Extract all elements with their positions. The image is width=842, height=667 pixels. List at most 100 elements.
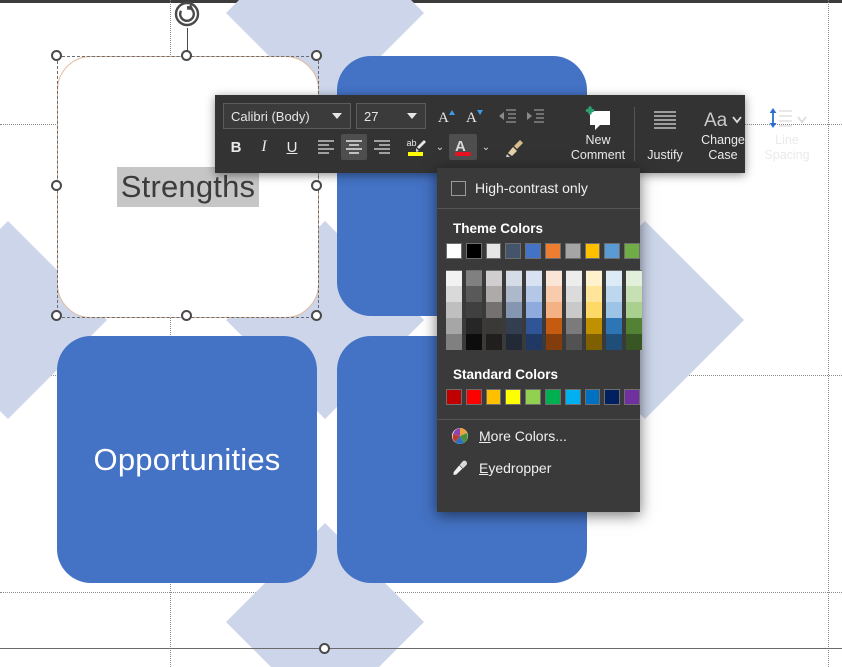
theme-color-swatch-2[interactable] bbox=[485, 243, 502, 259]
resize-handle-nw[interactable] bbox=[51, 50, 62, 61]
theme-tint-swatch-9-0[interactable] bbox=[626, 270, 642, 286]
resize-handle-sw[interactable] bbox=[51, 310, 62, 321]
theme-tint-swatch-1-4[interactable] bbox=[466, 334, 482, 350]
theme-tint-swatch-7-3[interactable] bbox=[586, 318, 602, 334]
new-comment-button[interactable]: New Comment bbox=[566, 101, 630, 167]
resize-handle-ne[interactable] bbox=[311, 50, 322, 61]
theme-color-swatch-1[interactable] bbox=[465, 243, 482, 259]
theme-tint-swatch-3-3[interactable] bbox=[506, 318, 522, 334]
theme-tint-swatch-2-4[interactable] bbox=[486, 334, 502, 350]
theme-tint-swatch-1-2[interactable] bbox=[466, 302, 482, 318]
decrease-indent-button[interactable] bbox=[494, 103, 520, 129]
theme-tint-swatch-0-1[interactable] bbox=[446, 286, 462, 302]
justify-button[interactable]: Justify bbox=[639, 101, 691, 167]
theme-color-swatch-7[interactable] bbox=[584, 243, 601, 259]
high-contrast-checkbox[interactable] bbox=[451, 180, 466, 196]
theme-tint-swatch-0-4[interactable] bbox=[446, 334, 462, 350]
theme-tint-swatch-0-2[interactable] bbox=[446, 302, 462, 318]
italic-button[interactable]: I bbox=[251, 134, 277, 160]
theme-tint-swatch-6-2[interactable] bbox=[566, 302, 582, 318]
theme-color-swatch-6[interactable] bbox=[564, 243, 581, 259]
theme-color-swatch-8[interactable] bbox=[604, 243, 621, 259]
theme-color-swatch-3[interactable] bbox=[505, 243, 522, 259]
font-size-combo[interactable]: 27 bbox=[356, 103, 426, 129]
theme-color-swatch-5[interactable] bbox=[544, 243, 561, 259]
theme-tint-swatch-7-2[interactable] bbox=[586, 302, 602, 318]
align-right-button[interactable] bbox=[369, 134, 395, 160]
theme-tint-swatch-3-0[interactable] bbox=[506, 270, 522, 286]
theme-tint-swatch-4-0[interactable] bbox=[526, 270, 542, 286]
highlight-dropdown-chevron-down-icon[interactable]: ⌄ bbox=[433, 134, 447, 160]
theme-tint-swatch-1-0[interactable] bbox=[466, 270, 482, 286]
theme-tint-swatch-8-4[interactable] bbox=[606, 334, 622, 350]
align-left-button[interactable] bbox=[313, 134, 339, 160]
chevron-down-icon[interactable] bbox=[407, 113, 417, 119]
bottom-anchor-handle[interactable] bbox=[319, 643, 330, 654]
line-spacing-button[interactable]: Line Spacing bbox=[755, 101, 819, 167]
theme-tint-swatch-4-2[interactable] bbox=[526, 302, 542, 318]
standard-color-swatch-6[interactable] bbox=[564, 389, 581, 405]
theme-tint-swatch-6-3[interactable] bbox=[566, 318, 582, 334]
rotate-handle-icon[interactable] bbox=[173, 0, 201, 28]
format-painter-button[interactable] bbox=[501, 134, 529, 160]
eyedropper-item[interactable]: Eyedropper bbox=[437, 452, 640, 484]
theme-tint-swatch-9-3[interactable] bbox=[626, 318, 642, 334]
theme-color-swatch-0[interactable] bbox=[446, 243, 462, 259]
theme-tint-swatch-7-4[interactable] bbox=[586, 334, 602, 350]
theme-tint-swatch-0-0[interactable] bbox=[446, 270, 462, 286]
theme-tint-swatch-2-2[interactable] bbox=[486, 302, 502, 318]
theme-tint-swatch-6-1[interactable] bbox=[566, 286, 582, 302]
theme-tint-swatch-1-1[interactable] bbox=[466, 286, 482, 302]
change-case-button[interactable]: Aa Change Case bbox=[691, 101, 755, 167]
theme-tint-swatch-1-3[interactable] bbox=[466, 318, 482, 334]
standard-color-swatch-7[interactable] bbox=[584, 389, 601, 405]
font-name-combo[interactable]: Calibri (Body) bbox=[223, 103, 351, 129]
theme-tint-swatch-8-1[interactable] bbox=[606, 286, 622, 302]
theme-tint-swatch-2-1[interactable] bbox=[486, 286, 502, 302]
theme-tint-swatch-5-2[interactable] bbox=[546, 302, 562, 318]
theme-tint-swatch-6-0[interactable] bbox=[566, 270, 582, 286]
font-color-dropdown-chevron-down-icon[interactable]: ⌄ bbox=[479, 134, 493, 160]
chevron-down-icon[interactable] bbox=[332, 113, 342, 119]
theme-tint-swatch-9-1[interactable] bbox=[626, 286, 642, 302]
standard-color-swatch-2[interactable] bbox=[485, 389, 502, 405]
increase-indent-button[interactable] bbox=[522, 103, 548, 129]
standard-color-swatch-3[interactable] bbox=[505, 389, 522, 405]
theme-tint-swatch-2-0[interactable] bbox=[486, 270, 502, 286]
resize-handle-n[interactable] bbox=[181, 50, 192, 61]
grow-font-button[interactable]: A bbox=[434, 103, 460, 129]
align-center-button[interactable] bbox=[341, 134, 367, 160]
more-colors-item[interactable]: More Colors... bbox=[437, 420, 640, 452]
theme-tint-swatch-6-4[interactable] bbox=[566, 334, 582, 350]
resize-handle-se[interactable] bbox=[311, 310, 322, 321]
theme-tint-swatch-8-2[interactable] bbox=[606, 302, 622, 318]
font-color-button[interactable]: A bbox=[449, 134, 477, 160]
standard-color-swatch-8[interactable] bbox=[604, 389, 621, 405]
resize-handle-s[interactable] bbox=[181, 310, 192, 321]
theme-tint-swatch-0-3[interactable] bbox=[446, 318, 462, 334]
text-highlight-button[interactable]: ab bbox=[403, 134, 431, 160]
theme-tint-swatch-9-2[interactable] bbox=[626, 302, 642, 318]
theme-tint-swatch-3-4[interactable] bbox=[506, 334, 522, 350]
bold-button[interactable]: B bbox=[223, 134, 249, 160]
standard-color-swatch-0[interactable] bbox=[446, 389, 462, 405]
standard-color-swatch-5[interactable] bbox=[544, 389, 561, 405]
resize-handle-w[interactable] bbox=[51, 180, 62, 191]
standard-color-swatch-4[interactable] bbox=[525, 389, 541, 405]
theme-tint-swatch-3-1[interactable] bbox=[506, 286, 522, 302]
theme-tint-swatch-5-0[interactable] bbox=[546, 270, 562, 286]
theme-tint-swatch-8-3[interactable] bbox=[606, 318, 622, 334]
theme-tint-swatch-5-4[interactable] bbox=[546, 334, 562, 350]
theme-tint-swatch-4-3[interactable] bbox=[526, 318, 542, 334]
theme-tint-swatch-4-1[interactable] bbox=[526, 286, 542, 302]
theme-color-swatch-9[interactable] bbox=[624, 243, 640, 259]
theme-tint-swatch-9-4[interactable] bbox=[626, 334, 642, 350]
underline-button[interactable]: U bbox=[279, 134, 305, 160]
theme-tint-swatch-7-1[interactable] bbox=[586, 286, 602, 302]
theme-tint-swatch-4-4[interactable] bbox=[526, 334, 542, 350]
standard-color-swatch-9[interactable] bbox=[624, 389, 640, 405]
theme-tint-swatch-8-0[interactable] bbox=[606, 270, 622, 286]
resize-handle-e[interactable] bbox=[311, 180, 322, 191]
theme-tint-swatch-5-1[interactable] bbox=[546, 286, 562, 302]
theme-tint-swatch-5-3[interactable] bbox=[546, 318, 562, 334]
